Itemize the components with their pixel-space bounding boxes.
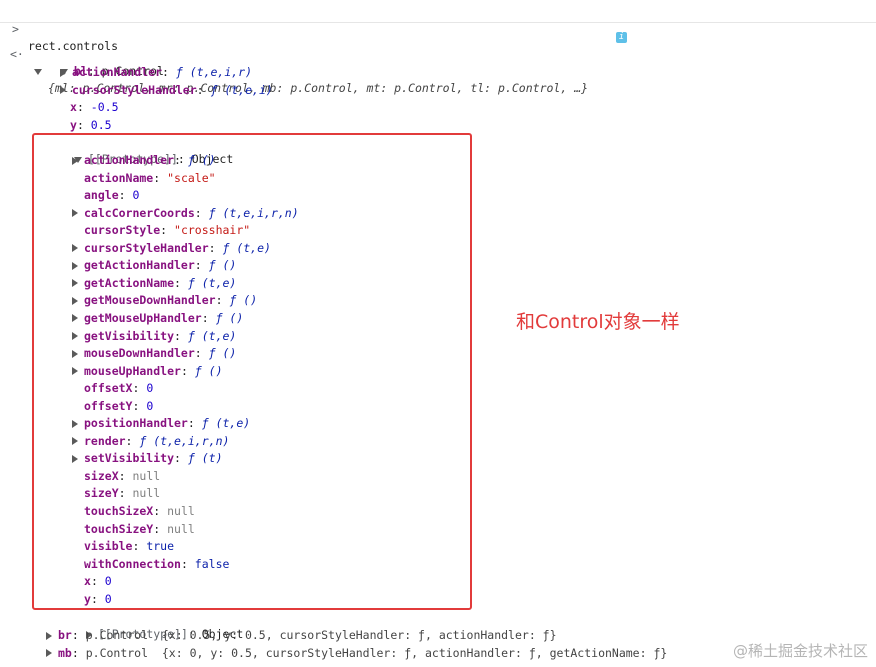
triangle-down-icon	[34, 68, 42, 75]
own-prop-actionhandler-row[interactable]: actionHandler: ƒ (t,e,i,r)	[60, 64, 252, 81]
nested-prototype-entry[interactable]: [[Prototype]]: Object	[72, 609, 243, 641]
highlight-box	[32, 133, 472, 610]
own-prop-y-value: 0.5	[90, 117, 112, 132]
result-arrow-icon: <·	[10, 47, 24, 61]
bl-entry[interactable]: bl: p.Control	[46, 46, 164, 78]
entry-br-key: br	[58, 628, 72, 642]
own-prop-cursorstylehandler-key: cursorStyleHandler	[72, 82, 197, 97]
entry-mb-summary: p.Control {x: 0, y: 0.5, cursorStyleHand…	[85, 645, 668, 660]
colon-separator: :	[71, 645, 86, 660]
annotation-text: 和Control对象一样	[516, 311, 680, 333]
own-prop-actionhandler-key: actionHandler	[72, 65, 163, 79]
result-summary-line[interactable]: <· {ml: p.Control, mr: p.Control, mb: p.…	[0, 29, 627, 95]
own-prop-actionhandler-value: ƒ (t,e,i,r)	[175, 65, 253, 79]
own-prop-x-key: x	[70, 100, 77, 114]
colon-separator: :	[71, 628, 86, 642]
triangle-right-icon	[60, 86, 66, 94]
colon-separator: :	[76, 117, 91, 132]
own-prop-x-value: -0.5	[90, 100, 119, 114]
colon-separator: :	[162, 65, 176, 79]
colon-separator: :	[196, 82, 211, 97]
watermark: @稀土掘金技术社区	[732, 642, 868, 660]
own-prop-y-key: y	[70, 117, 77, 132]
own-prop-y-row: y: 0.5	[58, 117, 112, 134]
colon-separator: :	[76, 100, 91, 114]
own-prop-cursorstylehandler-row[interactable]: cursorStyleHandler: ƒ (t,e,i)	[60, 82, 273, 99]
triangle-right-icon	[46, 649, 52, 657]
info-icon[interactable]: i	[616, 32, 627, 43]
entry-br-summary: p.Control {x: 0.5, y: 0.5, cursorStyleHa…	[85, 628, 557, 642]
entry-mb-key: mb	[58, 645, 72, 660]
own-prop-cursorstylehandler-value: ƒ (t,e,i)	[210, 82, 273, 97]
own-prop-x-row: x: -0.5	[58, 99, 119, 116]
entry-mb[interactable]: mb: p.Control {x: 0, y: 0.5, cursorStyle…	[46, 645, 667, 662]
triangle-right-icon	[46, 631, 52, 640]
entry-br[interactable]: br: p.Control {x: 0.5, y: 0.5, cursorSty…	[46, 627, 557, 644]
triangle-right-icon	[60, 68, 66, 77]
console-input-line[interactable]: > rect.controls	[0, 4, 876, 53]
